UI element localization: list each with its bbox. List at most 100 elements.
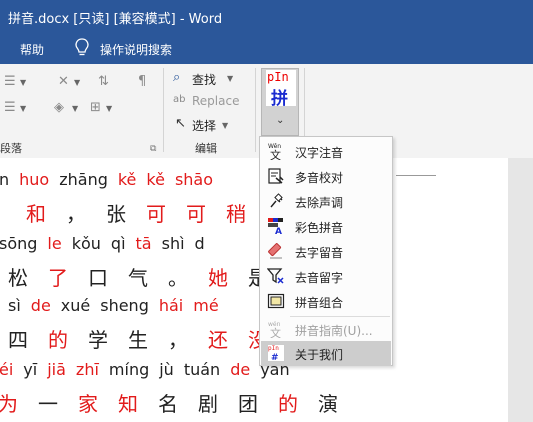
menu-help[interactable]: 帮助 [20, 41, 44, 58]
hanzi-char: 口 [88, 266, 110, 290]
hanzi-char: 的 [278, 392, 300, 416]
pinyin-combine-icon [267, 293, 285, 309]
pinyin-syllable: huo [19, 170, 50, 189]
hanzi-char: ， [168, 328, 190, 352]
editing-group-label: 编辑 [195, 142, 217, 155]
chevron-down-icon: ⌄ [276, 115, 285, 126]
pinyin-syllable: jiā [47, 360, 66, 379]
hanzi-char: 和 [26, 202, 48, 226]
menu-bar: 帮助 操作说明搜索 [0, 32, 533, 64]
hanzi-char: 四 [8, 328, 30, 352]
menu-item-remove-hanzi[interactable]: 去字留音 [261, 239, 391, 264]
hanzi-char: 可 [146, 202, 168, 226]
pinyin-syllable: shāo [174, 170, 214, 189]
dialog-launcher-icon[interactable]: ⧉ [150, 144, 156, 154]
chevron-down-icon[interactable]: ▼ [227, 74, 233, 83]
remove-tone-icon [270, 193, 283, 208]
pinyin-syllable: mé [193, 296, 219, 315]
pinyin-syllable: éi [0, 360, 14, 379]
borders-icon[interactable]: ⊞ [90, 100, 101, 115]
cursor-icon: ↖ [175, 116, 186, 131]
hanzi-line: 松了口气。她是 [8, 262, 288, 291]
hanzi-char: 的 [48, 328, 70, 352]
hanzi-line: 为一家知名剧团的演 [0, 388, 358, 417]
search-icon: ⌕ [173, 70, 181, 85]
pinyin-syllable: d [194, 234, 205, 253]
polyphone-check-icon [268, 168, 284, 184]
pinyin-syllable: tā [135, 234, 152, 253]
pinyin-syllable: zhāng [59, 170, 108, 189]
ribbon-separator [163, 68, 164, 152]
chevron-down-icon[interactable]: ▼ [72, 104, 78, 113]
menu-item-remove-pinyin[interactable]: 去音留字 [261, 264, 391, 289]
pinyin-button[interactable]: pIn 拼 ⌄ [261, 68, 299, 136]
sort-icon[interactable]: ⇅ [98, 74, 109, 89]
decrease-indent-icon[interactable]: ☰ [4, 74, 16, 89]
chevron-down-icon[interactable]: ▼ [106, 104, 112, 113]
hanzi-char: 为 [0, 392, 20, 416]
chinese-layout-icon[interactable]: ✕ [58, 74, 69, 89]
svg-text:#: # [271, 353, 279, 362]
pinyin-line: sōng le kǒu qì tā shì d [0, 234, 215, 253]
pinyin-syllable: kě [117, 170, 137, 189]
pin-logo-icon: pIn # [267, 344, 285, 362]
replace-button[interactable]: Replace [192, 94, 239, 108]
pinyin-syllable: kě [146, 170, 165, 189]
pinyin-line: sì de xué sheng hái mé [8, 296, 229, 315]
menu-item-pinyin-guide[interactable]: wén 文 拼音指南(U)... [261, 317, 391, 342]
hanzi-annotate-icon: Wěn 文 [268, 143, 281, 160]
hanzi-char: 松 [8, 266, 30, 290]
hanzi-char: ， [66, 202, 88, 226]
select-button[interactable]: 选择 [192, 117, 216, 134]
hanzi-char: 她 [208, 266, 230, 290]
pinyin-line: n huo zhāng kě kě shāo [0, 170, 223, 189]
hanzi-char: 家 [78, 392, 100, 416]
hanzi-char: 知 [118, 392, 140, 416]
pinyin-syllable: zhī [75, 360, 99, 379]
chevron-down-icon[interactable]: ▼ [20, 104, 26, 113]
paragraph-group-label: 段落 [0, 142, 22, 155]
pinyin-syllable: míng [108, 360, 150, 379]
chevron-down-icon[interactable]: ▼ [222, 121, 228, 130]
pinyin-syllable: kǒu [71, 234, 101, 253]
pinyin-syllable: sheng [100, 296, 149, 315]
pinyin-syllable: le [47, 234, 62, 253]
pinyin-syllable: jù [159, 360, 174, 379]
pinyin-syllable: qì [110, 234, 126, 253]
shading-icon[interactable]: ◈ [54, 100, 64, 115]
pinyin-syllable: xué [60, 296, 91, 315]
pinyin-syllable: tuán [183, 360, 221, 379]
svg-text:文: 文 [270, 326, 281, 338]
menu-item-pinyin-combine[interactable]: 拼音组合 [261, 289, 391, 314]
find-button[interactable]: 查找 [192, 71, 216, 88]
hanzi-char: 学 [88, 328, 110, 352]
lightbulb-icon[interactable] [74, 38, 90, 58]
line-spacing-icon[interactable]: ☰ [4, 100, 16, 115]
vertical-scrollbar[interactable] [510, 158, 524, 422]
hanzi-line: 四的学生，还没 [8, 324, 288, 353]
pin-logo-icon: pIn 拼 [266, 70, 296, 109]
tell-me-search[interactable]: 操作说明搜索 [100, 41, 172, 58]
document-page[interactable]: n huo zhāng kě kě shāo 和，张可可稍 sōng le kǒu qì tā shì d… [0, 158, 508, 422]
replace-icon: ab [173, 94, 186, 105]
pinyin-syllable: sōng [0, 234, 38, 253]
menu-item-about-us[interactable]: pIn # 关于我们 [261, 341, 391, 366]
menu-item-color-pinyin[interactable]: A 彩色拼音 [261, 214, 391, 239]
hanzi-char: 名 [158, 392, 180, 416]
menu-item-remove-tone[interactable]: 去除声调 [261, 189, 391, 214]
pinyin-syllable: de [30, 296, 51, 315]
svg-text:文: 文 [270, 148, 281, 160]
chevron-down-icon[interactable]: ▼ [20, 78, 26, 87]
svg-text:pIn: pIn [268, 345, 279, 352]
title-bar: 拼音.docx [只读] [兼容模式] - Word [0, 0, 533, 32]
hanzi-line: 和，张可可稍 [8, 198, 266, 227]
chevron-down-icon[interactable]: ▼ [74, 78, 80, 87]
hanzi-char: 。 [168, 266, 190, 290]
pinyin-line: éi yī jiā zhī míng jù tuán de yǎn [0, 360, 300, 379]
show-marks-icon[interactable]: ¶ [138, 74, 146, 89]
menu-item-polyphone-check[interactable]: 多音校对 [261, 164, 391, 189]
hanzi-char: 可 [186, 202, 208, 226]
menu-item-hanzi-annotate[interactable]: Wěn 文 汉字注音 [261, 139, 391, 164]
hanzi-char: 还 [208, 328, 230, 352]
pinyin-syllable: de [230, 360, 251, 379]
